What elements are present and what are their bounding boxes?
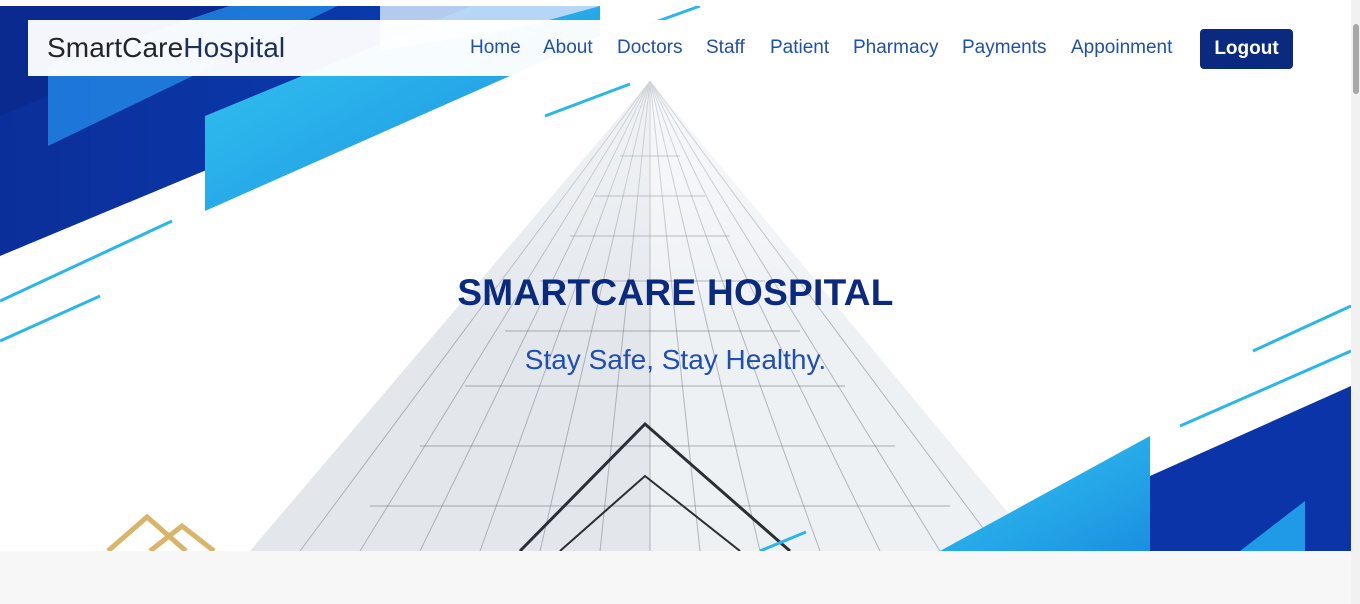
nav-appointment-link[interactable]: Appoinment	[1071, 37, 1172, 59]
nav-pharmacy-link[interactable]: Pharmacy	[853, 37, 939, 59]
brand-name-part1: SmartCare	[47, 32, 184, 63]
gold-roof-logo	[106, 513, 216, 551]
page-content-area	[0, 551, 1351, 604]
nav-payments-link[interactable]: Payments	[962, 37, 1046, 59]
logout-button[interactable]: Logout	[1200, 29, 1293, 69]
nav-staff-link[interactable]: Staff	[706, 37, 745, 59]
nav-home-link[interactable]: Home	[470, 37, 521, 59]
nav-patient-link[interactable]: Patient	[770, 37, 829, 59]
navbar: SmartCareHospital Home About Doctors Sta…	[28, 20, 1351, 76]
nav-doctors-link[interactable]: Doctors	[617, 37, 682, 59]
hero-subtitle: Stay Safe, Stay Healthy.	[524, 344, 827, 375]
brand-name-part2: Hospital	[183, 32, 286, 63]
nav-about-link[interactable]: About	[543, 37, 593, 59]
scrollbar-thumb[interactable]	[1353, 24, 1359, 94]
brand-logo[interactable]: SmartCareHospital	[47, 32, 285, 64]
hero-title: SMARTCARE HOSPITAL	[457, 272, 894, 313]
